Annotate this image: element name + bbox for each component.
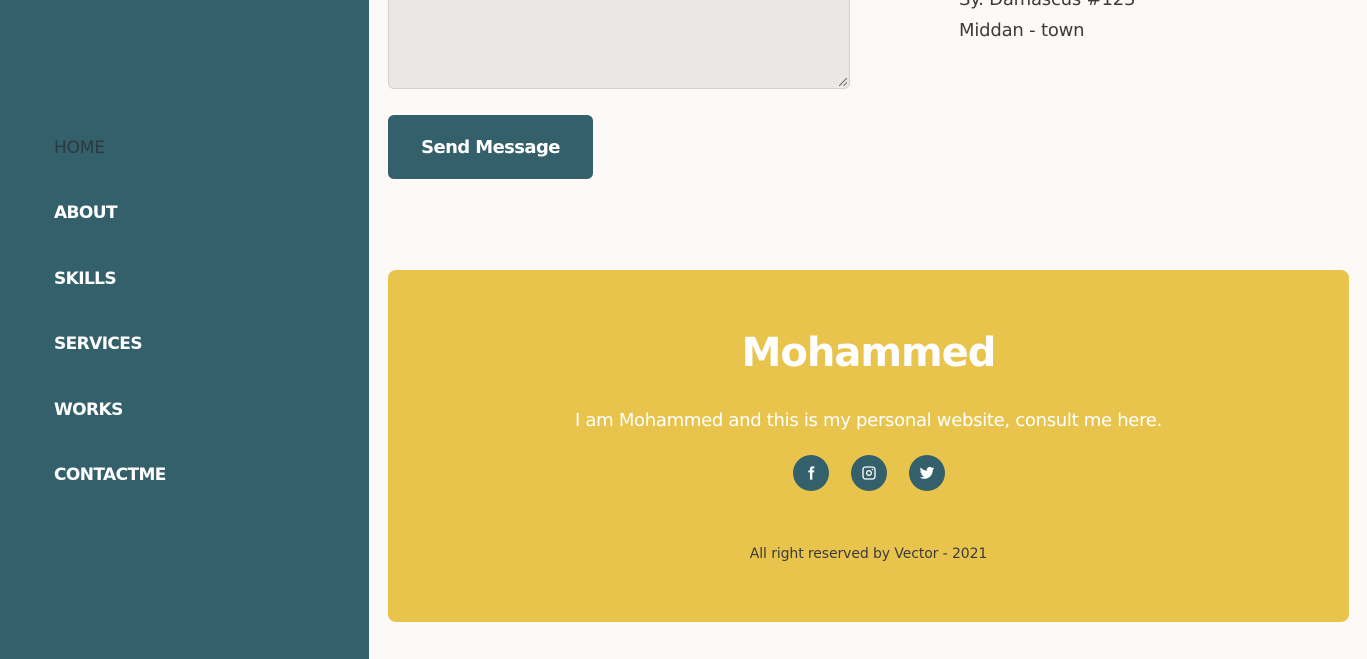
footer-copyright: All right reserved by Vector - 2021 bbox=[749, 546, 988, 562]
footer-name: Mohammed bbox=[741, 330, 997, 376]
address-line-2: Middan - town bbox=[959, 20, 1085, 41]
message-textarea[interactable] bbox=[388, 0, 850, 89]
nav-item-works[interactable]: WORKS bbox=[54, 396, 166, 461]
footer: Mohammed I am Mohammed and this is my pe… bbox=[388, 270, 1349, 622]
twitter-icon[interactable] bbox=[908, 455, 945, 491]
nav-item-skills[interactable]: SKILLS bbox=[54, 265, 166, 330]
nav-item-home[interactable]: HOME bbox=[54, 134, 166, 199]
facebook-icon[interactable] bbox=[792, 455, 829, 491]
nav-item-about[interactable]: ABOUT bbox=[54, 199, 166, 264]
contact-address: Sy. Damascus #123 Middan - town bbox=[959, 0, 1135, 46]
nav-item-contactme[interactable]: CONTACTME bbox=[54, 461, 166, 526]
social-links bbox=[388, 455, 1349, 491]
instagram-icon[interactable] bbox=[850, 455, 887, 491]
address-line-1: Sy. Damascus #123 bbox=[959, 0, 1135, 15]
sidebar-nav: HOME ABOUT SKILLS SERVICES WORKS CONTACT… bbox=[54, 134, 166, 526]
main-content: Send Message Sy. Damascus #123 Middan - … bbox=[369, 0, 1367, 659]
footer-tagline: I am Mohammed and this is my personal we… bbox=[575, 410, 1162, 431]
sidebar: HOME ABOUT SKILLS SERVICES WORKS CONTACT… bbox=[0, 0, 369, 659]
nav-item-services[interactable]: SERVICES bbox=[54, 330, 166, 395]
send-message-button[interactable]: Send Message bbox=[388, 115, 593, 179]
